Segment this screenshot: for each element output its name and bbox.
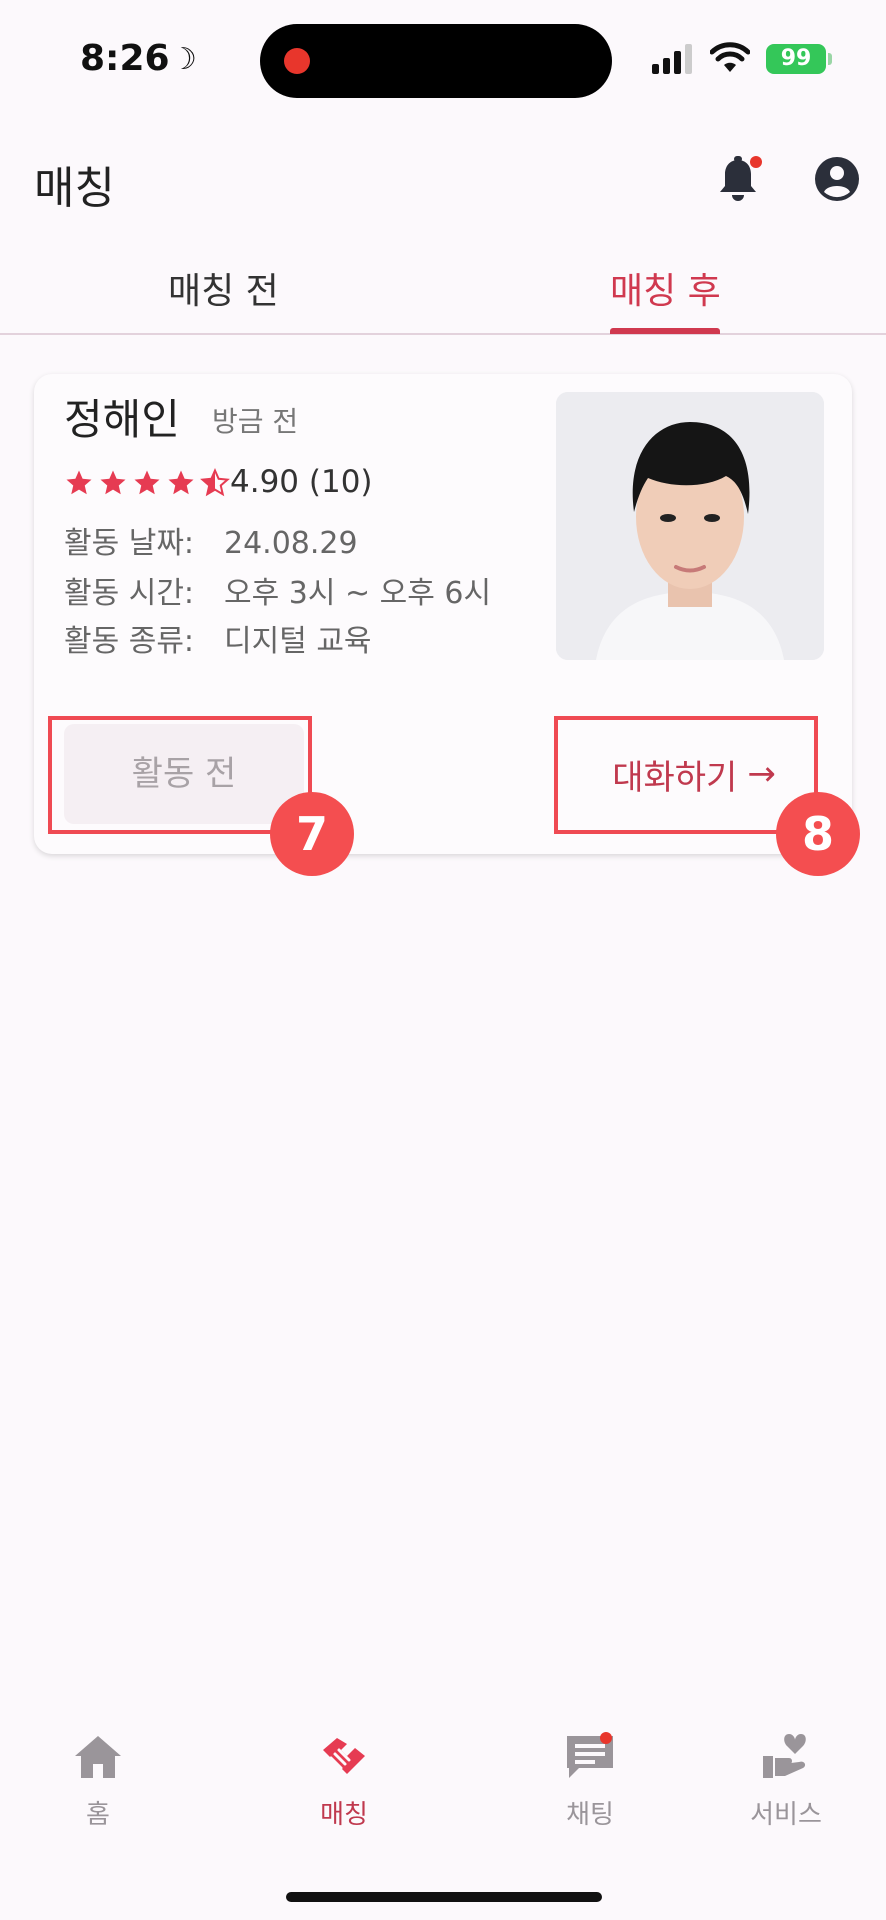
home-icon <box>75 1736 121 1778</box>
star-full-icon <box>66 470 92 495</box>
tab-before-matching[interactable]: 매칭 전 <box>168 262 279 314</box>
nav-matching[interactable]: 매칭 <box>284 1730 404 1831</box>
battery-tip <box>828 53 832 65</box>
info-row-type: 활동 종류: 디지털 교육 <box>64 616 372 660</box>
rating-text: 4.90 (10) <box>230 464 373 500</box>
status-time: 8:26 <box>80 38 170 79</box>
tab-active-indicator <box>610 328 720 334</box>
info-value: 오후 3시 ~ 오후 6시 <box>224 576 492 611</box>
info-label: 활동 시간: <box>64 576 195 611</box>
status-bar: 8:26 ☽ 99 <box>0 0 886 122</box>
star-full-icon <box>100 470 126 495</box>
nav-label: 홈 <box>86 1800 110 1830</box>
dynamic-island <box>260 24 612 98</box>
page-title: 매칭 <box>34 163 115 214</box>
star-full-icon <box>134 470 160 495</box>
info-value: 디지털 교육 <box>224 624 372 659</box>
notification-dot <box>750 156 762 168</box>
nav-label: 채팅 <box>566 1800 614 1830</box>
info-row-date: 활동 날짜: 24.08.29 <box>64 518 358 562</box>
home-indicator[interactable] <box>286 1892 602 1902</box>
annotation-badge-8: 8 <box>776 792 860 876</box>
wifi-icon <box>710 42 750 72</box>
nav-home[interactable]: 홈 <box>38 1730 158 1831</box>
highlight-box-8 <box>554 716 818 834</box>
match-card[interactable]: 정해인 방금 전 4.90 (10) 활동 날짜: 24.08.29 활동 시간:… <box>34 374 860 876</box>
tab-after-matching[interactable]: 매칭 후 <box>610 262 721 314</box>
nav-service[interactable]: 서비스 <box>726 1730 846 1831</box>
battery-level: 99 <box>780 46 812 71</box>
tab-divider <box>0 333 886 335</box>
heart-hand-icon <box>763 1734 806 1778</box>
battery-icon: 99 <box>766 44 826 74</box>
star-full-icon <box>168 470 194 495</box>
info-label: 활동 날짜: <box>64 526 195 561</box>
info-row-time: 활동 시간: 오후 3시 ~ 오후 6시 <box>64 568 491 612</box>
star-half-icon <box>200 468 230 497</box>
profile-photo <box>556 392 824 660</box>
handshake-icon <box>323 1738 365 1774</box>
recording-dot-icon <box>284 48 310 74</box>
moon-icon: ☽ <box>170 42 197 77</box>
nav-label: 서비스 <box>750 1800 822 1830</box>
nav-label: 매칭 <box>320 1800 368 1830</box>
nav-chat[interactable]: 채팅 <box>530 1730 650 1831</box>
annotation-badge-7: 7 <box>270 792 354 876</box>
info-label: 활동 종류: <box>64 624 195 659</box>
rating-stars <box>64 468 230 498</box>
profile-icon[interactable] <box>814 156 860 202</box>
chat-notification-dot <box>600 1732 612 1744</box>
cellular-signal-icon <box>652 44 692 74</box>
time-ago: 방금 전 <box>212 405 299 438</box>
highlight-box-7 <box>48 716 312 834</box>
info-value: 24.08.29 <box>224 526 358 561</box>
volunteer-name: 정해인 <box>64 395 180 444</box>
